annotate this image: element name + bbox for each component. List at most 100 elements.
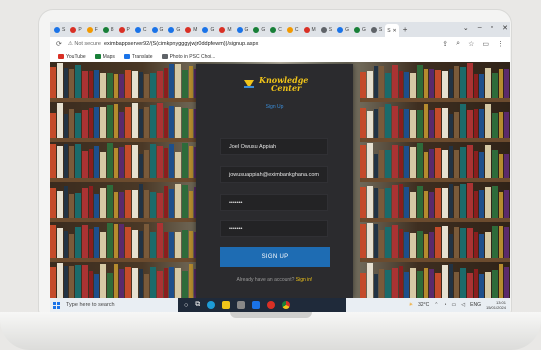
tab-label: F bbox=[94, 26, 98, 33]
book bbox=[485, 145, 491, 182]
book bbox=[466, 228, 474, 262]
star-icon[interactable]: ☆ bbox=[468, 40, 474, 48]
browser-tab[interactable]: G bbox=[166, 24, 182, 35]
opera-icon[interactable] bbox=[267, 301, 276, 309]
book bbox=[391, 106, 399, 142]
tray-arrow-icon[interactable]: ⌃ bbox=[434, 302, 438, 308]
clock[interactable]: 13:01 15/01/2024 bbox=[486, 300, 506, 310]
browser-tab[interactable]: S bbox=[319, 24, 334, 35]
confirm-password-field[interactable]: ••••••• bbox=[220, 220, 328, 237]
book bbox=[150, 105, 156, 142]
signin-link[interactable]: Sign in! bbox=[296, 277, 313, 283]
book bbox=[175, 106, 181, 142]
close-tab-icon[interactable]: ✕ bbox=[393, 28, 397, 34]
tab-label: G bbox=[261, 26, 266, 33]
tab-label: S bbox=[62, 26, 66, 33]
browser-tab[interactable]: F bbox=[85, 24, 100, 35]
tab-label: S bbox=[328, 26, 333, 33]
laptop-notch bbox=[230, 312, 312, 318]
browser-tab[interactable]: P bbox=[68, 24, 83, 35]
tab-active-label: S bbox=[387, 27, 391, 34]
tab-label: C bbox=[294, 26, 299, 33]
url-input[interactable]: eximbappserver92/(S(cimkpnygggyjwjr0ddpf… bbox=[104, 41, 258, 47]
explorer-icon[interactable] bbox=[222, 301, 231, 309]
tab-favicon-icon bbox=[54, 26, 60, 33]
tab-favicon-icon bbox=[337, 26, 344, 33]
outlook-icon[interactable] bbox=[252, 301, 261, 309]
browser-tab[interactable]: G bbox=[335, 24, 351, 35]
browser-tab[interactable]: P bbox=[117, 24, 132, 35]
tab-favicon-icon bbox=[102, 26, 109, 33]
password-field[interactable]: ••••••• bbox=[220, 194, 328, 211]
book bbox=[485, 68, 491, 102]
browser-tab[interactable]: 8 bbox=[101, 24, 116, 35]
tab-favicon-icon bbox=[185, 26, 192, 33]
browser-tab[interactable]: S bbox=[369, 24, 384, 35]
close-icon[interactable]: ✕ bbox=[502, 24, 508, 32]
chrome-icon[interactable] bbox=[282, 301, 291, 309]
cortana-icon[interactable]: ○ bbox=[184, 302, 188, 309]
tab-label: G bbox=[159, 26, 164, 33]
browser-tab[interactable]: G bbox=[235, 24, 251, 35]
menu-icon[interactable]: ⋮ bbox=[497, 40, 504, 48]
browser-tab[interactable]: M bbox=[183, 24, 199, 35]
zoom-icon[interactable]: ⌕ bbox=[456, 40, 460, 48]
shelf-row bbox=[50, 62, 200, 102]
browser-tab[interactable]: G bbox=[200, 24, 216, 35]
bookmark-item[interactable]: Photo in PSC Choi... bbox=[161, 53, 216, 60]
book bbox=[449, 146, 454, 182]
task-view-icon[interactable]: ⧉ bbox=[195, 301, 200, 309]
store-icon[interactable] bbox=[237, 301, 246, 309]
weather-icon[interactable]: ☀ bbox=[409, 302, 413, 308]
book bbox=[89, 107, 94, 142]
book bbox=[106, 143, 114, 182]
book bbox=[106, 272, 114, 298]
book bbox=[385, 226, 391, 262]
browser-tab[interactable]: M bbox=[217, 24, 233, 35]
browser-tab[interactable]: M bbox=[302, 24, 318, 35]
signup-button[interactable]: SIGN UP bbox=[220, 247, 330, 267]
reload-icon[interactable]: ⟳ bbox=[56, 40, 62, 48]
book bbox=[169, 267, 174, 298]
book bbox=[454, 185, 459, 222]
minimize-icon[interactable]: – bbox=[478, 24, 482, 32]
book bbox=[100, 263, 106, 298]
bookmark-item[interactable]: YouTube bbox=[58, 54, 86, 60]
maximize-icon[interactable]: ▫ bbox=[491, 24, 493, 32]
chevron-down-icon[interactable]: ⌄ bbox=[463, 24, 469, 32]
weather-temp[interactable]: 32°C bbox=[418, 302, 429, 308]
sidebar-icon[interactable]: ▭ bbox=[482, 40, 489, 48]
share-icon[interactable]: ⇪ bbox=[442, 40, 448, 48]
email-field[interactable]: jowusuappiah@eximbankghana.com bbox=[220, 166, 328, 183]
book bbox=[181, 271, 189, 298]
browser-tab[interactable]: C bbox=[133, 24, 149, 35]
name-field[interactable]: Joel Owusu Appiah bbox=[220, 138, 328, 155]
browser-tab[interactable]: S bbox=[52, 24, 67, 35]
bookmark-item[interactable]: Maps bbox=[94, 54, 115, 60]
edge-icon[interactable] bbox=[207, 301, 216, 309]
shelf-row bbox=[360, 102, 510, 142]
new-tab-button[interactable]: + bbox=[403, 25, 408, 34]
browser-tab[interactable]: G bbox=[150, 24, 166, 35]
windows-start-icon[interactable] bbox=[53, 301, 60, 309]
battery-icon[interactable]: ▭ bbox=[452, 302, 457, 308]
book bbox=[175, 268, 181, 298]
security-indicator[interactable]: ⚠ Not secure bbox=[68, 41, 101, 47]
book bbox=[379, 268, 384, 298]
network-icon[interactable]: ◔ bbox=[444, 302, 447, 308]
browser-tab[interactable]: G bbox=[352, 24, 368, 35]
language-indicator[interactable]: ENG bbox=[470, 302, 481, 308]
book bbox=[114, 224, 119, 262]
bookshelf-left bbox=[50, 62, 200, 298]
volume-icon[interactable]: ◁ bbox=[461, 302, 465, 308]
browser-tab[interactable]: G bbox=[251, 24, 267, 35]
book bbox=[360, 223, 366, 262]
browser-tab[interactable]: C bbox=[268, 24, 284, 35]
bookmark-label: Photo in PSC Choi... bbox=[169, 53, 216, 60]
bookmark-item[interactable]: Translate bbox=[123, 54, 153, 60]
tab-label: G bbox=[210, 26, 215, 33]
tab-active[interactable]: S ✕ bbox=[385, 24, 399, 37]
book bbox=[50, 225, 56, 262]
browser-tab[interactable]: C bbox=[285, 24, 301, 35]
taskbar-search[interactable]: Type here to search bbox=[66, 302, 115, 308]
